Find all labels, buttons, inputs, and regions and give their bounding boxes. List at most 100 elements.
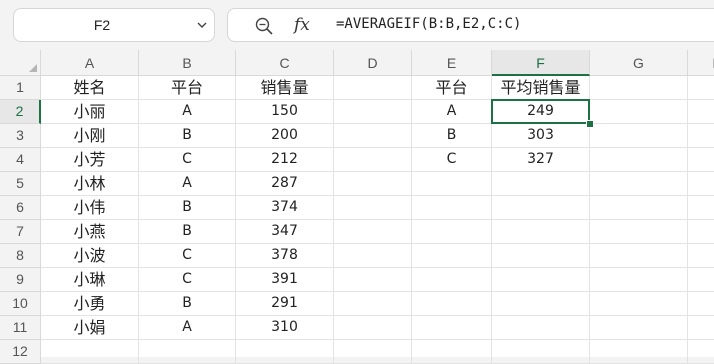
row-header-11[interactable]: 11 [0,316,41,340]
fill-handle[interactable] [586,120,594,128]
cell-A3[interactable]: 小刚 [41,124,139,148]
cell-E7[interactable] [412,220,492,244]
row-header-1[interactable]: 1 [0,76,41,100]
cell-F5[interactable] [492,172,590,196]
cell-B3[interactable]: B [139,124,236,148]
cell-D5[interactable] [334,172,412,196]
cell-G5[interactable] [590,172,688,196]
cell-B10[interactable]: B [139,292,236,316]
cell-C2[interactable]: 150 [236,100,334,124]
cell-D12[interactable] [334,340,412,364]
cell-F12[interactable] [492,340,590,364]
row-header-7[interactable]: 7 [0,220,41,244]
cell-E9[interactable] [412,268,492,292]
cell-D9[interactable] [334,268,412,292]
cell-D11[interactable] [334,316,412,340]
cell-A8[interactable]: 小波 [41,244,139,268]
row-header-9[interactable]: 9 [0,268,41,292]
column-header-E[interactable]: E [412,50,492,76]
cell-G11[interactable] [590,316,688,340]
cell-B2[interactable]: A [139,100,236,124]
cell-F9[interactable] [492,268,590,292]
cell-A11[interactable]: 小娟 [41,316,139,340]
cell-B1[interactable]: 平台 [139,76,236,100]
cell-H4[interactable] [688,148,714,172]
cell-C9[interactable]: 391 [236,268,334,292]
cell-H1[interactable] [688,76,714,100]
cell-H10[interactable] [688,292,714,316]
cell-A4[interactable]: 小芳 [41,148,139,172]
cell-F1[interactable]: 平均销售量 [492,76,590,100]
cell-G9[interactable] [590,268,688,292]
row-header-6[interactable]: 6 [0,196,41,220]
column-header-F[interactable]: F [492,50,590,76]
cell-H12[interactable] [688,340,714,364]
cell-G3[interactable] [590,124,688,148]
cell-C4[interactable]: 212 [236,148,334,172]
cell-E3[interactable]: B [412,124,492,148]
cell-F7[interactable] [492,220,590,244]
column-header-A[interactable]: A [41,50,139,76]
cell-H8[interactable] [688,244,714,268]
cell-C1[interactable]: 销售量 [236,76,334,100]
column-header-C[interactable]: C [236,50,334,76]
cell-A2[interactable]: 小丽 [41,100,139,124]
cell-B8[interactable]: C [139,244,236,268]
cell-D6[interactable] [334,196,412,220]
cell-D10[interactable] [334,292,412,316]
cell-H11[interactable] [688,316,714,340]
cell-C3[interactable]: 200 [236,124,334,148]
cell-G8[interactable] [590,244,688,268]
cell-B7[interactable]: B [139,220,236,244]
cell-E4[interactable]: C [412,148,492,172]
cell-E8[interactable] [412,244,492,268]
column-header-B[interactable]: B [139,50,236,76]
cell-D2[interactable] [334,100,412,124]
formula-input[interactable]: =AVERAGEIF(B:B,E2,C:C) [336,9,521,41]
cell-G10[interactable] [590,292,688,316]
cell-F3[interactable]: 303 [492,124,590,148]
cell-G1[interactable] [590,76,688,100]
select-all-icon[interactable] [29,64,37,72]
cell-G4[interactable] [590,148,688,172]
row-header-12[interactable]: 12 [0,340,41,364]
column-header-D[interactable]: D [334,50,412,76]
cell-G6[interactable] [590,196,688,220]
cell-G7[interactable] [590,220,688,244]
cell-G2[interactable] [590,100,688,124]
column-header-G[interactable]: G [590,50,688,76]
cell-A9[interactable]: 小琳 [41,268,139,292]
cell-C10[interactable]: 291 [236,292,334,316]
cell-E2[interactable]: A [412,100,492,124]
row-header-10[interactable]: 10 [0,292,41,316]
cell-E1[interactable]: 平台 [412,76,492,100]
cell-H9[interactable] [688,268,714,292]
row-header-3[interactable]: 3 [0,124,41,148]
cell-E5[interactable] [412,172,492,196]
select-all-corner[interactable] [0,50,41,76]
cell-F2[interactable]: 249 [491,99,590,124]
chevron-down-icon[interactable] [196,19,208,31]
cell-H2[interactable] [688,100,714,124]
cell-H7[interactable] [688,220,714,244]
zoom-formula-icon[interactable] [254,16,274,36]
cell-C12[interactable] [236,340,334,364]
name-box[interactable]: F2 [13,8,215,42]
cell-D3[interactable] [334,124,412,148]
cell-A1[interactable]: 姓名 [41,76,139,100]
cell-B9[interactable]: C [139,268,236,292]
cell-E10[interactable] [412,292,492,316]
name-box-value[interactable]: F2 [14,9,190,41]
cell-A12[interactable] [41,340,139,364]
cell-H5[interactable] [688,172,714,196]
cell-F10[interactable] [492,292,590,316]
cell-B6[interactable]: B [139,196,236,220]
fx-icon[interactable]: fx [294,13,310,37]
cell-F4[interactable]: 327 [492,148,590,172]
cell-F11[interactable] [492,316,590,340]
cell-G12[interactable] [590,340,688,364]
row-header-2[interactable]: 2 [0,100,41,124]
column-header-H[interactable]: H [688,50,714,76]
cell-E6[interactable] [412,196,492,220]
cell-F6[interactable] [492,196,590,220]
